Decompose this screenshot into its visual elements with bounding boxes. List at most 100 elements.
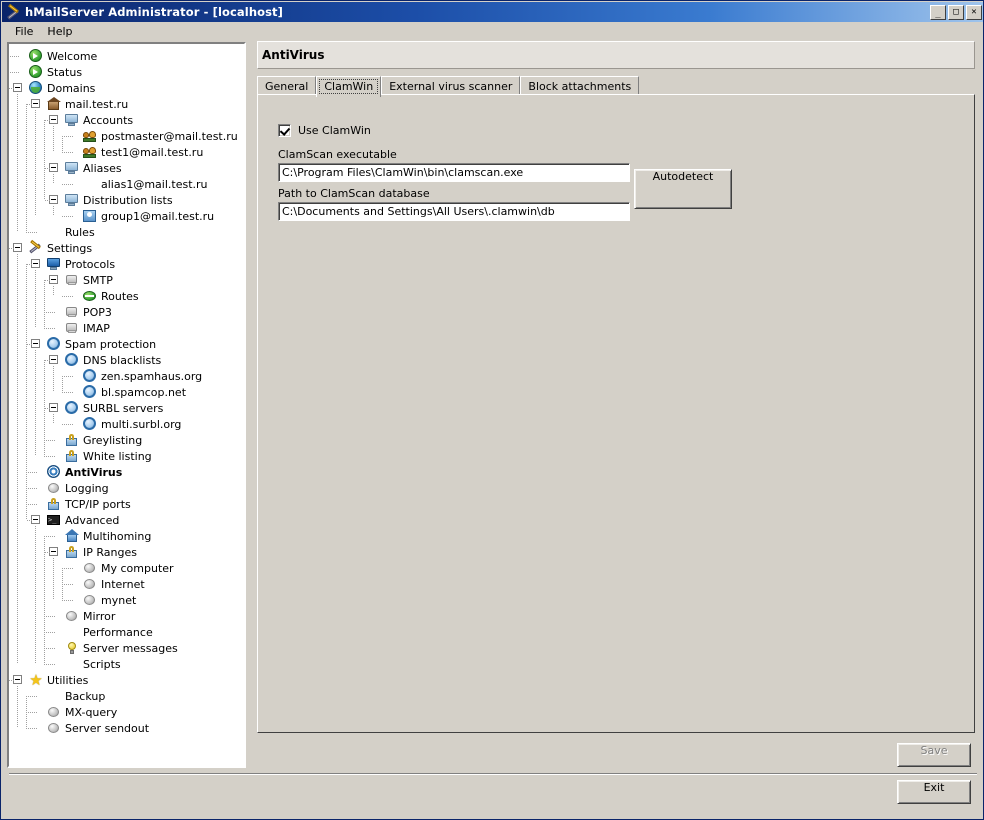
tree-connector: [62, 216, 73, 217]
server-icon: [64, 304, 80, 320]
tab-general[interactable]: General: [257, 76, 317, 95]
tree-connector: [17, 254, 18, 664]
monitor-icon: [64, 112, 80, 128]
tree-item-backup[interactable]: Backup: [9, 688, 244, 704]
save-button[interactable]: Save: [897, 743, 971, 767]
tree-connector: [44, 312, 45, 328]
tab-clamwin[interactable]: ClamWin: [316, 76, 382, 97]
tree-connector: [62, 296, 73, 297]
tree-connector: [27, 520, 33, 521]
document-icon: [64, 656, 80, 672]
home-icon: [46, 96, 62, 112]
maximize-icon: □: [953, 6, 959, 17]
tree-item-spam-protection[interactable]: Spam protection: [9, 336, 244, 352]
server-icon: [64, 272, 80, 288]
menu-item-file[interactable]: File: [8, 24, 40, 39]
tree-item-label: mail.test.ru: [65, 97, 129, 111]
minimize-button[interactable]: _: [930, 4, 946, 20]
tree-item-tcp-ip-ports[interactable]: TCP/IP ports: [9, 496, 244, 512]
tree-connector: [53, 206, 54, 216]
exit-button[interactable]: Exit: [897, 780, 971, 804]
tab-host: General ClamWin External virus scanner Bloc…: [257, 75, 975, 733]
tree-item-label: TCP/IP ports: [65, 497, 131, 511]
tree-item-advanced[interactable]: Advanced: [9, 512, 244, 528]
tree-item-group1-mail-test-ru[interactable]: group1@mail.test.ru: [9, 208, 244, 224]
tree-item-settings[interactable]: Settings: [9, 240, 244, 256]
tree-item-label: Rules: [65, 225, 95, 239]
tree-connector: [53, 126, 54, 152]
close-button[interactable]: ✕: [966, 4, 982, 20]
tree-item-mx-query[interactable]: MX-query: [9, 704, 244, 720]
tree-connector: [44, 632, 55, 633]
tree-item-server-sendout[interactable]: Server sendout: [9, 720, 244, 736]
clamscan-executable-label: ClamScan executable: [278, 148, 397, 161]
tree-item-welcome[interactable]: Welcome: [9, 48, 244, 64]
tree-connector: [62, 424, 73, 425]
tree-connector: [44, 328, 55, 329]
tree-item-protocols[interactable]: Protocols: [9, 256, 244, 272]
tree-item-antivirus[interactable]: AntiVirus: [9, 464, 244, 480]
tree-connector: [44, 664, 55, 665]
autodetect-button[interactable]: Autodetect: [634, 169, 732, 209]
clamscan-executable-input[interactable]: [278, 163, 630, 182]
tree-item-rules[interactable]: Rules: [9, 224, 244, 240]
tab-page-clamwin: Use ClamWin ClamScan executable Path to …: [257, 94, 975, 733]
tree-item-label: group1@mail.test.ru: [101, 209, 215, 223]
globe-icon: [28, 80, 44, 96]
tree-item-label: mynet: [101, 593, 137, 607]
ellipse-green-icon: [82, 288, 98, 304]
tree-item-status[interactable]: Status: [9, 64, 244, 80]
tree-connector: [45, 360, 51, 361]
bulb-icon: [64, 640, 80, 656]
tree-connector: [26, 504, 27, 520]
circle-blue-icon: [82, 384, 98, 400]
tree-connector: [45, 168, 51, 169]
tree-connector: [26, 504, 37, 505]
page-header: AntiVirus: [257, 41, 975, 69]
tree-connector: [26, 104, 27, 232]
users-icon: [82, 128, 98, 144]
use-clamwin-checkbox[interactable]: [278, 124, 291, 137]
tab-external-virus-scanner[interactable]: External virus scanner: [381, 76, 521, 95]
navigation-tree-panel[interactable]: Welcome Status Domains mail.test.ru Accounts…: [7, 42, 246, 768]
tree-item-label: Routes: [101, 289, 139, 303]
gray-ball-icon: [46, 704, 62, 720]
tree-connector: [62, 584, 73, 585]
tab-label: External virus scanner: [389, 80, 513, 93]
tree-connector: [62, 136, 63, 152]
tree-item-label: Welcome: [47, 49, 98, 63]
tree-item-domains[interactable]: Domains: [9, 80, 244, 96]
tree-item-label: Internet: [101, 577, 145, 591]
monitor-blue-icon: [46, 256, 62, 272]
clamscan-database-input[interactable]: [278, 202, 630, 221]
menu-item-help[interactable]: Help: [40, 24, 79, 39]
maximize-button[interactable]: □: [948, 4, 964, 20]
gray-ball-icon: [82, 560, 98, 576]
use-clamwin-row[interactable]: Use ClamWin: [278, 124, 371, 137]
tree-item-utilities[interactable]: Utilities: [9, 672, 244, 688]
tree-item-mail-test-ru[interactable]: mail.test.ru: [9, 96, 244, 112]
document-icon: [46, 224, 62, 240]
tree-connector: [62, 568, 73, 569]
tree-item-label: My computer: [101, 561, 174, 575]
tree-connector: [17, 94, 18, 232]
tree-connector: [9, 72, 19, 73]
tab-label: General: [265, 80, 309, 93]
tab-block-attachments[interactable]: Block attachments: [520, 76, 640, 95]
tree-item-label: zen.spamhaus.org: [101, 369, 203, 383]
tree-connector: [62, 136, 73, 137]
circle-blue-icon: [64, 352, 80, 368]
tree-item-logging[interactable]: Logging: [9, 480, 244, 496]
tree-connector: [45, 280, 51, 281]
double-arrow-icon: [64, 624, 80, 640]
console-icon: [46, 512, 62, 528]
tree-item-label: postmaster@mail.test.ru: [101, 129, 238, 143]
tree-item-label: Accounts: [83, 113, 134, 127]
users-icon: [82, 144, 98, 160]
window-controls: _ □ ✕: [930, 4, 982, 20]
lock-icon: [46, 496, 62, 512]
tree-item-label: Greylisting: [83, 433, 143, 447]
navigation-tree: Welcome Status Domains mail.test.ru Accounts…: [9, 44, 244, 736]
tools-icon: [28, 240, 44, 256]
gray-ball-icon: [82, 576, 98, 592]
